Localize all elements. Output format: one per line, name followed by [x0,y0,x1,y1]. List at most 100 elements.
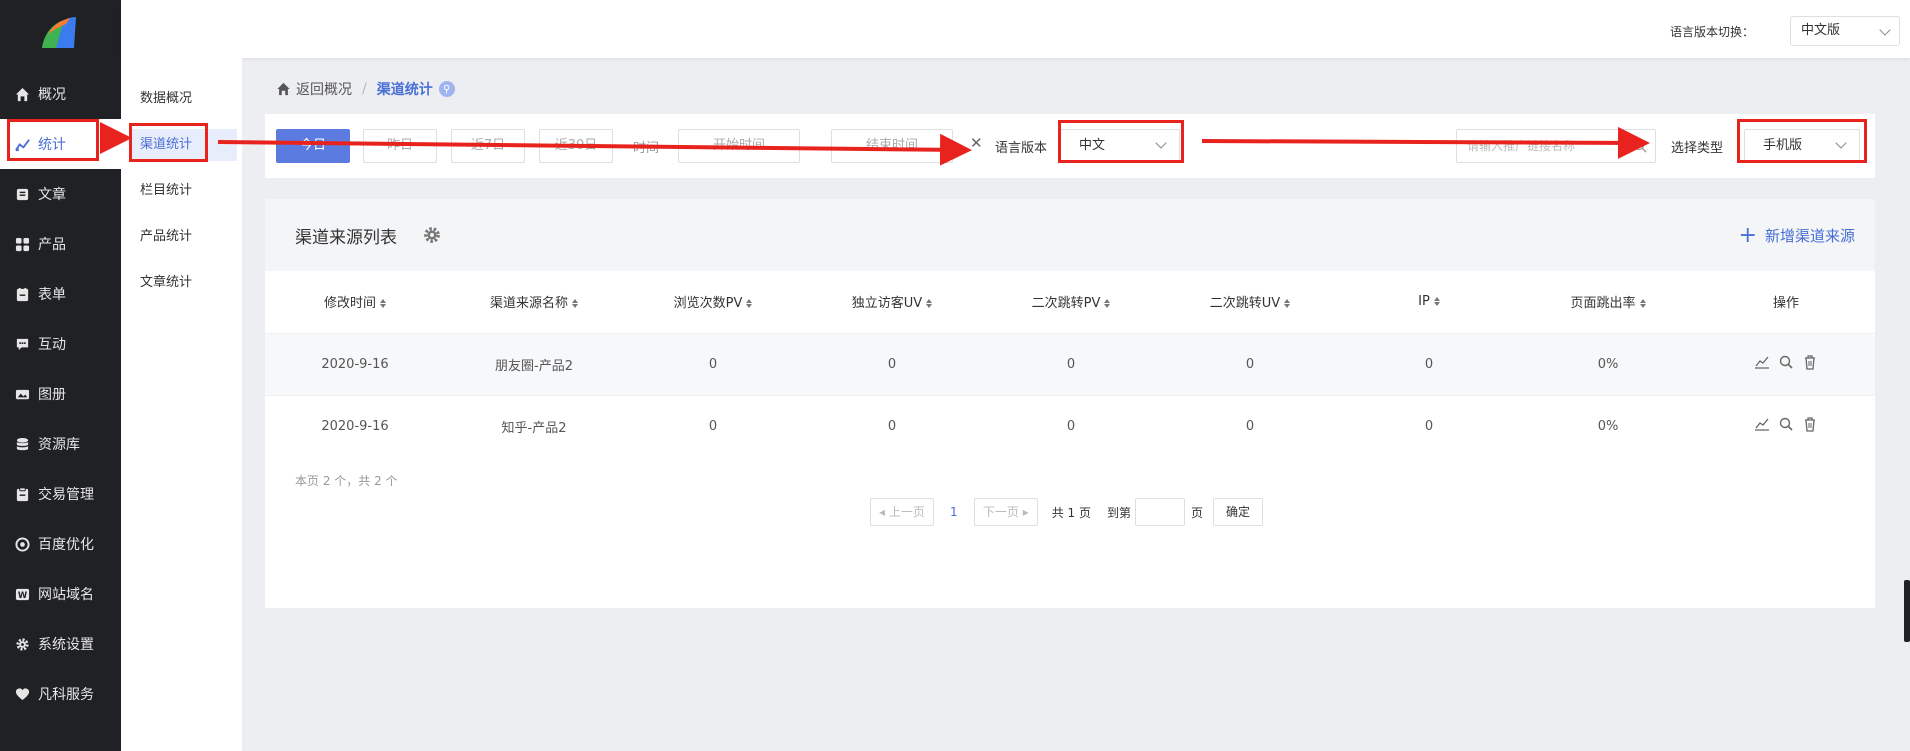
table-row: 2020-9-16 朋友圈-产品2 0 0 0 0 0 0% [265,332,1875,395]
column-header[interactable]: IP [1339,271,1519,333]
help-link-icon[interactable]: ⚲ [438,81,455,97]
seo-icon [14,536,30,552]
sidebar-item-overview[interactable]: 概况 [0,69,121,119]
domain-icon: W [14,586,30,602]
today-button[interactable]: 今日 [276,129,350,163]
sidebar-item-seo[interactable]: 百度优化 [0,519,121,569]
column-header[interactable]: 独立访客UV [803,271,981,333]
gear-icon[interactable] [423,226,441,244]
clear-time-icon[interactable]: ✕ [970,134,983,152]
subnav-item-overview[interactable]: 数据概况 [121,83,229,115]
column-header-label: 独立访客UV [851,296,923,312]
column-header-label: 修改时间 [323,296,376,312]
sidebar-item-articles[interactable]: 文章 [0,169,121,219]
table-cell: 朋友圈-产品2 [445,332,623,395]
language-select-value: 中文版 [1801,23,1841,38]
sort-icon[interactable] [926,299,933,309]
select-type-label: 选择类型 [1671,141,1724,156]
sort-icon[interactable] [1104,299,1111,309]
scrollbar[interactable] [1904,580,1910,642]
start-time-input[interactable]: 开始时间 [678,129,800,163]
search-placeholder: 请输入推广链接名称 [1467,139,1576,153]
search-icon[interactable] [1778,354,1794,370]
column-header[interactable]: 页面跳出率 [1519,271,1697,333]
sort-icon[interactable] [1284,299,1291,309]
breadcrumb-current: 渠道统计 [376,82,433,98]
search-input[interactable]: 请输入推广链接名称 [1456,129,1656,163]
annotation-box-stats [7,119,99,161]
sidebar-item-album[interactable]: 图册 [0,369,121,419]
plus-icon: + [1738,222,1757,248]
yesterday-button[interactable]: 昨日 [363,129,437,163]
prev-page-label: 上一页 [888,505,925,519]
table-cell: 0 [623,332,803,395]
next-page-button[interactable]: 下一页 ▸ [973,498,1038,526]
breadcrumb-back-link[interactable]: 返回概况 [296,79,352,99]
sidebar-item-interaction[interactable]: 互动 [0,319,121,369]
language-select[interactable]: 中文版 [1790,16,1900,46]
column-header-label: 浏览次数PV [673,296,743,312]
confirm-page-button[interactable]: 确定 [1213,498,1264,526]
sidebar-item-domain[interactable]: W 网站域名 [0,569,121,619]
table-cell: 0 [981,332,1161,395]
sort-icon[interactable] [572,299,578,309]
column-header-label: IP [1418,294,1430,310]
prev-page-button[interactable]: ◂ 上一页 [870,498,934,526]
table-cell: 0 [1339,394,1519,457]
table-cell: 0 [803,332,981,395]
page-number[interactable]: 1 [934,505,974,519]
main-sidebar: 概况 统计 文章 产品 表单 互动 图册 资源库 交易管理 百度优化 W 网站域… [0,0,121,751]
channel-list-card: 渠道来源列表 + 新增渠道来源 修改时间 渠道来源名称 浏览次数PV 独立访客U… [265,199,1875,608]
language-switch-label: 语言版本切换： [1669,25,1754,39]
last-30-days-button[interactable]: 近30日 [539,129,613,163]
add-channel-label: 新增渠道来源 [1764,227,1855,245]
trend-chart-icon[interactable] [1754,416,1770,432]
table-header-row: 修改时间 渠道来源名称 浏览次数PV 独立访客UV 二次跳转PV 二次跳转UV … [265,271,1875,333]
sidebar-item-trade[interactable]: 交易管理 [0,469,121,519]
annotation-box-channel [129,123,208,162]
column-header-label: 渠道来源名称 [489,296,568,312]
trash-icon[interactable] [1802,416,1818,432]
subnav-item-article[interactable]: 文章统计 [121,267,229,299]
trash-icon[interactable] [1802,354,1818,370]
sidebar-item-settings[interactable]: 系统设置 [0,619,121,669]
sort-icon[interactable] [746,299,753,309]
subnav-item-product[interactable]: 产品统计 [121,221,229,253]
heart-icon [14,686,30,702]
column-header-label: 二次跳转UV [1209,296,1281,312]
column-header[interactable]: 修改时间 [265,271,445,333]
annotation-box-type [1737,119,1867,163]
album-icon [14,386,30,402]
breadcrumb: 返回概况 / 渠道统计 ⚲ [276,79,455,99]
column-header[interactable]: 二次跳转PV [981,271,1161,333]
home-icon [14,86,30,102]
sort-icon[interactable] [1433,297,1440,307]
total-pages: 共 1 页 [1051,505,1091,520]
trend-chart-icon[interactable] [1754,354,1770,370]
search-icon[interactable] [1633,139,1647,153]
sidebar-item-forms[interactable]: 表单 [0,269,121,319]
column-header[interactable]: 浏览次数PV [623,271,803,333]
sidebar-item-products[interactable]: 产品 [0,219,121,269]
table-cell-actions [1697,332,1875,395]
home-icon [277,82,290,96]
sort-icon[interactable] [380,299,386,309]
sidebar-item-resources[interactable]: 资源库 [0,419,121,469]
add-channel-button[interactable]: + 新增渠道来源 [1738,222,1855,248]
subnav-item-column[interactable]: 栏目统计 [121,175,229,207]
last-7-days-button[interactable]: 近7日 [451,129,525,163]
sidebar-item-label: 系统设置 [38,637,94,653]
table-cell: 0 [1161,332,1339,395]
page-unit-label: 页 [1191,505,1204,520]
card-title: 渠道来源列表 [295,228,397,248]
sidebar-item-label: 凡科服务 [38,687,94,703]
table-cell: 0 [623,394,803,457]
sort-icon[interactable] [1639,299,1646,309]
sidebar-item-service[interactable]: 凡科服务 [0,669,121,719]
end-time-input[interactable]: 结束时间 [831,129,953,163]
column-header[interactable]: 二次跳转UV [1161,271,1339,333]
goto-page-input[interactable] [1135,498,1185,526]
column-header[interactable]: 渠道来源名称 [445,271,623,333]
chevron-down-icon [1879,24,1891,36]
search-icon[interactable] [1778,416,1794,432]
